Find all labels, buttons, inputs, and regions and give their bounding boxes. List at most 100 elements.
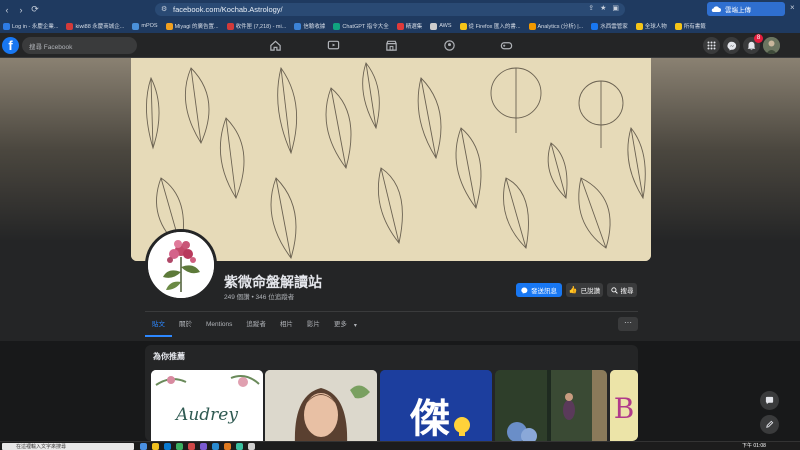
bookmark-item[interactable]: ChatGPT 指令大全 [333,22,389,30]
liked-label: 已說讚 [580,288,601,295]
bookmark-favicon-icon [3,22,10,30]
tab-3[interactable]: 追蹤者 [239,313,273,337]
bookmark-item[interactable]: 水西雲管家 [591,22,628,30]
bookmark-item[interactable]: mPOS [132,22,158,30]
messenger-button[interactable] [723,37,740,54]
site-info-icon[interactable]: ⚙ [161,5,167,13]
bookmark-item[interactable]: 精選集 [396,22,422,30]
bookmark-label: 水西雲管家 [600,24,628,30]
video-icon[interactable] [327,39,340,52]
menu-button[interactable] [703,37,720,54]
recommendation-card-2[interactable] [265,370,377,441]
recommendation-card-3[interactable]: 傑 [380,370,492,441]
liked-button[interactable]: 👍 已說讚 [566,283,603,297]
send-message-label: 發送訊息 [531,288,557,295]
gaming-icon[interactable] [500,39,513,52]
bookmark-item[interactable]: AWS [430,22,452,30]
tab-4[interactable]: 相片 [273,313,300,337]
tab-0[interactable]: 貼文 [145,313,172,337]
address-bar[interactable]: ⚙ facebook.com/Kochab.Astrology/ ⇪ ★ ▣ [155,3,625,16]
page-search-label: 搜尋 [620,288,634,295]
reload-icon[interactable]: ⟳ [28,4,42,15]
compose-float-button[interactable] [760,415,779,434]
page-profile-picture[interactable] [145,229,217,301]
app-icon-6[interactable] [200,443,207,450]
tab-5[interactable]: 影片 [300,313,327,337]
edge-icon[interactable] [164,443,171,450]
app-icon-10[interactable] [248,443,255,450]
share-icon[interactable]: ⇪ [588,4,594,12]
more-options-button[interactable]: ··· [618,317,638,331]
bookmark-label: Log in - 永慶企業... [12,24,59,30]
browser-toolbar: ‹ › ⟳ ⚙ facebook.com/Kochab.Astrology/ ⇪… [0,0,800,19]
marketplace-icon[interactable] [385,39,398,52]
home-icon[interactable] [269,39,282,52]
partial-card-image: B [610,370,638,441]
recommendation-5-initial: B [614,392,635,425]
cloud-upload-button[interactable]: 雲端上傳 [707,2,785,16]
task-view-icon[interactable] [140,443,147,450]
app-icon-7[interactable] [212,443,219,450]
bookmark-favicon-icon [294,22,302,30]
bookmark-label: Miyagi 的廣告置... [174,24,219,30]
taskbar-search-box[interactable]: 在這裡輸入文字來搜尋 [2,443,134,450]
collections-icon[interactable]: ▣ [612,4,619,12]
new-message-float-button[interactable] [760,391,779,410]
tab-1[interactable]: 關於 [172,313,199,337]
bell-icon [747,41,756,50]
bookmark-item[interactable]: Log in - 永慶企業... [3,22,58,30]
app-icon-9[interactable] [236,443,243,450]
chat-bubble-icon [765,396,774,405]
facebook-header: f 搜尋 Facebook 8 [0,33,800,58]
bookmark-favicon-icon [226,22,234,30]
bookmark-item[interactable]: 從 Firefox 匯入的書... [459,22,521,30]
bookmark-favicon-icon [66,22,74,30]
bookmark-item[interactable]: Miyagi 的廣告置... [165,22,219,30]
portrait-photo [265,370,377,441]
edit-icon [766,420,774,428]
file-explorer-icon[interactable] [152,443,159,450]
bookmark-item[interactable]: 信驗收據 [294,22,325,30]
chrome-icon[interactable] [176,443,183,450]
app-icon-5[interactable] [188,443,195,450]
bookmark-item[interactable]: 所有書籤 [674,22,706,30]
recommendation-card-4[interactable] [495,370,607,441]
windows-taskbar: 在這裡輸入文字來搜尋 下午 01:08 [0,441,800,450]
recommendations-card: 為你推薦 Audrey 傑 B [145,345,638,441]
app-icon-8[interactable] [224,443,231,450]
bookmark-label: ChatGPT 指令大全 [342,24,389,30]
recommendation-card-1[interactable]: Audrey [151,370,263,441]
bookmark-favicon-icon [430,22,438,30]
search-placeholder: 搜尋 Facebook [29,43,73,51]
page-search-button[interactable]: 搜尋 [607,283,637,297]
bookmark-item[interactable]: 收件匣 (7,218) - mi... [226,22,286,30]
bookmark-label: 所有書籤 [683,24,706,30]
facebook-search-input[interactable]: 搜尋 Facebook [22,37,137,54]
account-avatar[interactable] [763,37,780,54]
groups-icon[interactable] [443,39,456,52]
back-icon[interactable]: ‹ [0,5,14,15]
page-stats: 249 個讚 • 346 位追蹤者 [224,294,295,301]
extensions-icon[interactable]: ★ [600,4,606,12]
recommendation-1-name: Audrey [174,405,238,425]
notification-count-badge: 8 [754,34,763,43]
taskbar-search-placeholder: 在這裡輸入文字來搜尋 [16,444,67,450]
bookmark-item[interactable]: 全球人物 [635,22,667,30]
bookmark-favicon-icon [591,22,599,30]
recommendation-3-logo-text: 傑 [409,396,450,441]
tab-6[interactable]: 更多 [327,313,354,337]
messenger-icon [521,287,528,294]
forward-icon[interactable]: › [14,5,28,15]
tabs-divider [145,311,638,312]
cover-photo[interactable] [131,58,651,261]
recommendation-card-5[interactable]: B [610,370,638,441]
floral-wreath-image: Audrey [151,370,263,441]
taskbar-clock: 下午 01:08 [742,443,766,449]
tab-2[interactable]: Mentions [199,313,239,337]
bookmark-label: 信驗收據 [303,24,326,30]
facebook-logo[interactable]: f [2,37,19,54]
bookmark-item[interactable]: Analytics (分析) |... [528,22,583,30]
bookmark-item[interactable]: kiwi88 永慶商城企... [66,22,124,30]
send-message-button[interactable]: 發送訊息 [516,283,562,297]
window-close-icon[interactable]: × [790,3,795,12]
